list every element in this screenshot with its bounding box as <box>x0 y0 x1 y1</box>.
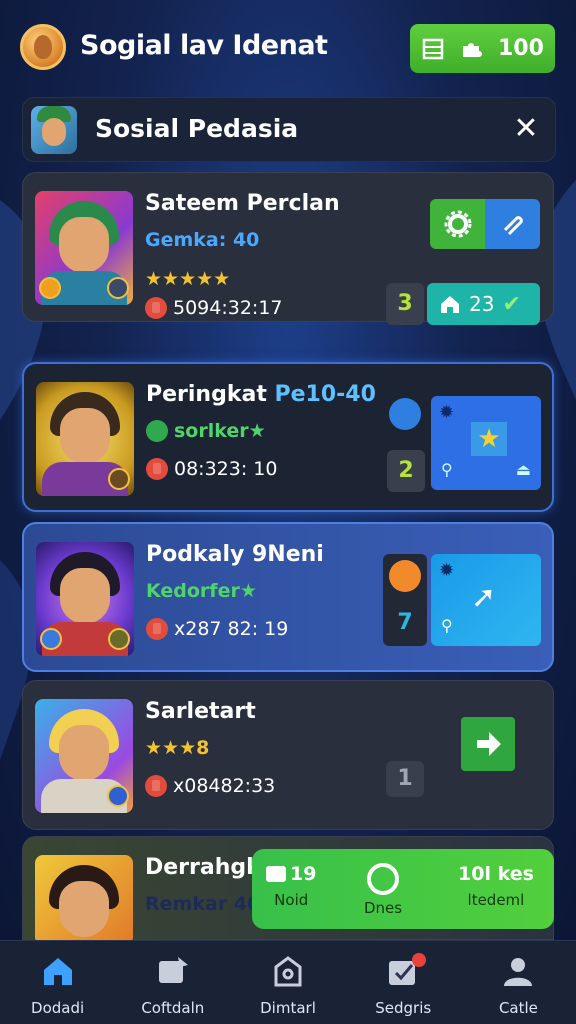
panel-avatar <box>31 106 77 154</box>
clock-icon <box>145 775 167 797</box>
panel-header: Sosial Pedasia ✕ <box>22 97 556 162</box>
nav-item-profile[interactable]: Catle <box>461 941 576 1024</box>
player-stats-value: x08482:33 <box>173 775 276 797</box>
player-portrait <box>35 191 133 305</box>
player-stats-value: x287 82: 19 <box>174 618 289 640</box>
clock-icon <box>145 297 167 319</box>
player-card[interactable]: Sateem Perclan Gemka: 40 ★★★★★ 5094:32:1… <box>22 172 554 325</box>
guild-badge <box>107 785 129 807</box>
player-name: Podkaly 9Neni <box>146 542 324 567</box>
score-value: 23 <box>469 292 495 316</box>
reward-button[interactable]: ✹ ★ ⚲ ⏏ <box>431 396 541 490</box>
player-tag: Pe10-40 <box>274 382 376 407</box>
level-badge <box>39 277 61 299</box>
player-stars: ★★★8 <box>145 737 210 759</box>
player-stars: ★★★★★ <box>145 268 231 290</box>
chat-bubble-icon[interactable] <box>389 398 421 430</box>
player-stats: x287 82: 19 <box>146 618 288 640</box>
player-card[interactable]: Peringkat Pe10-40 sorlker★ 08:323: 10 2 … <box>22 362 554 512</box>
clock-icon <box>146 458 168 480</box>
rank-number: 3 <box>386 283 424 325</box>
rank-number: 7 <box>397 610 413 635</box>
player-portrait <box>36 542 134 656</box>
level-badge <box>40 628 62 650</box>
gear-small-icon: ✹ <box>439 560 455 581</box>
nav-item-edit[interactable]: Sedgris <box>346 941 461 1024</box>
app-title: Sogial lav Idenat <box>80 30 328 61</box>
player-name: Peringkat Pe10-40 <box>146 382 376 407</box>
cursor-arrow-icon: ➚ <box>471 580 497 615</box>
player-stats-value: 5094:32:17 <box>173 297 283 319</box>
player-portrait <box>35 699 133 813</box>
nav-item-shop[interactable]: Dimtarl <box>230 941 345 1024</box>
popup-label: Dnes <box>364 899 403 917</box>
popup-item-noid[interactable]: 19 Noid <box>266 863 316 909</box>
player-card[interactable]: Podkaly 9Neni Kedorfer★ x287 82: 19 7 ✹ … <box>22 522 554 672</box>
gear-small-icon: ✹ <box>439 402 455 423</box>
home-icon <box>441 296 459 313</box>
popup-item-dnes[interactable]: Dnes <box>364 863 402 917</box>
guild-badge <box>108 468 130 490</box>
player-stats-value: 08:323: 10 <box>174 458 278 480</box>
rank-panel[interactable]: 7 <box>383 554 427 646</box>
eject-icon: ⏏ <box>515 460 531 479</box>
player-portrait <box>35 855 133 945</box>
clock-icon <box>146 618 168 640</box>
menu-list-icon <box>422 38 444 59</box>
player-subtitle: Gemka: 40 <box>145 229 260 251</box>
player-subtitle: Remkar 40 <box>145 893 261 915</box>
card-icon <box>266 866 286 882</box>
player-subtitle: Kedorfer★ <box>146 580 257 602</box>
player-portrait <box>36 382 134 496</box>
profile-icon <box>504 958 533 986</box>
share-button[interactable]: ✹ ➚ ⚲ <box>431 554 541 646</box>
player-stats: 08:323: 10 <box>146 458 277 480</box>
rank-number: 2 <box>387 450 425 492</box>
check-icon: ✔ <box>502 291 521 317</box>
search-small-icon: ⚲ <box>441 616 453 635</box>
star-icon: ★ <box>471 422 507 456</box>
close-icon[interactable]: ✕ <box>511 114 541 144</box>
player-name: Sarletart <box>145 699 256 724</box>
notification-dot <box>411 953 426 967</box>
player-stats: 5094:32:17 <box>145 297 283 319</box>
score-button[interactable]: 23 ✔ <box>427 283 540 325</box>
popup-label: Noid <box>274 891 309 909</box>
shop-icon <box>274 956 302 987</box>
panel-title: Sosial Pedasia <box>95 114 299 143</box>
popup-label: ltedeml <box>467 891 525 909</box>
guild-badge <box>107 277 129 299</box>
nav-item-chat[interactable]: Coftdaln <box>115 941 230 1024</box>
chat-icon <box>158 957 188 983</box>
coins-count: 100 <box>498 36 544 61</box>
popup-value: 10l kes <box>458 863 534 885</box>
verified-icon <box>146 420 168 442</box>
home-icon <box>43 958 72 985</box>
nav-item-home[interactable]: Dodadi <box>0 941 115 1024</box>
circle-check-icon <box>367 863 400 895</box>
popup-item-kes[interactable]: 10l kes ltedeml <box>458 863 534 909</box>
puzzle-icon <box>463 42 482 57</box>
search-small-icon: ⚲ <box>441 460 453 479</box>
summary-popup[interactable]: 19 Noid Dnes 10l kes ltedeml <box>252 849 554 929</box>
forward-arrow-button[interactable] <box>461 717 515 771</box>
guild-badge <box>108 628 130 650</box>
coins-button[interactable]: 100 <box>410 24 555 73</box>
rank-number: 1 <box>386 761 424 797</box>
player-card[interactable]: Sarletart ★★★8 x08482:33 1 <box>22 680 554 830</box>
user-avatar[interactable] <box>20 24 66 70</box>
arrow-right-icon <box>477 732 501 756</box>
bottom-nav: Dodadi Coftdaln Dimtarl Sedgris Catle <box>0 940 576 1024</box>
gear-icon[interactable] <box>430 199 485 249</box>
heart-icon <box>389 560 421 592</box>
top-header: Sogial lav Idenat 100 <box>0 0 576 92</box>
settings-link-buttons[interactable] <box>430 199 540 249</box>
player-stats: x08482:33 <box>145 775 275 797</box>
player-subtitle: sorlker★ <box>146 420 266 442</box>
link-icon[interactable] <box>485 199 540 249</box>
player-name: Sateem Perclan <box>145 191 340 216</box>
